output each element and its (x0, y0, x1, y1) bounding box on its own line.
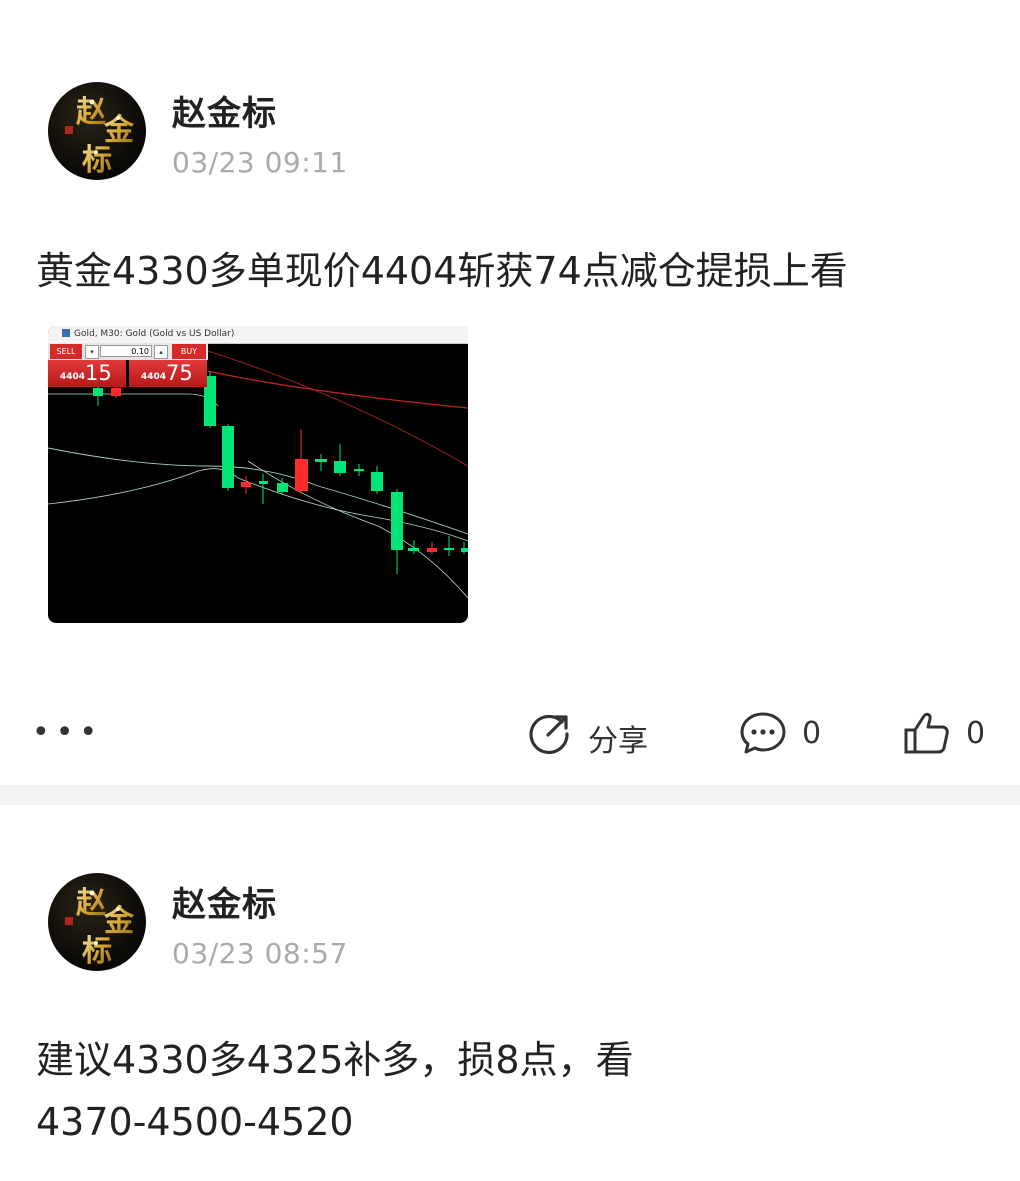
sell-button: SELL (50, 344, 82, 359)
chart-window-titlebar: Gold, M30: Gold (Gold vs US Dollar) (48, 326, 468, 344)
post-content: 黄金4330多单现价4404斩获74点减仓提损上看 (36, 249, 848, 293)
share-label: 分享 (588, 724, 648, 759)
post-content-line: 4370-4500-4520 (36, 1100, 354, 1144)
sell-price-pips: 15 (85, 361, 112, 385)
avatar-logo-icon: 赵 金 标 (65, 886, 135, 969)
sell-price: 4404 15 (48, 360, 126, 387)
share-button[interactable]: 分享 (524, 708, 664, 759)
lot-dropdown-icon: ▾ (85, 345, 99, 359)
chart-window-icon (62, 329, 70, 337)
comment-count: 0 (802, 716, 822, 751)
post-card: 赵 金 标 赵金标 03/23 09:11 黄金4330多单现价4404斩获74… (0, 0, 1020, 785)
post-timestamp: 03/23 09:11 (172, 146, 348, 179)
lot-spinner-icon: ▴ (154, 345, 168, 359)
share-icon (529, 714, 569, 755)
author-name[interactable]: 赵金标 (172, 86, 277, 135)
buy-button: BUY (172, 344, 206, 359)
thumbs-up-icon (904, 712, 949, 754)
post-divider (0, 785, 1020, 805)
lot-size-field: 0.10 (100, 345, 152, 357)
svg-text:标: 标 (82, 934, 112, 969)
buy-price: 4404 75 (129, 360, 207, 387)
post-timestamp: 03/23 08:57 (172, 937, 348, 970)
buy-price-pips: 75 (166, 361, 193, 385)
one-click-trading-panel: SELL ▾ 0.10 ▴ BUY 4404 15 4404 75 (48, 343, 208, 387)
author-name[interactable]: 赵金标 (172, 877, 277, 926)
author-avatar[interactable]: 赵 金 标 (48, 82, 146, 180)
post-card: 赵 金 标 赵金标 03/23 08:57 建议4330多4325补多，损8点，… (0, 805, 1020, 1181)
more-options-button[interactable]: ••• (32, 718, 103, 748)
like-count: 0 (966, 716, 986, 751)
post-content: 建议4330多4325补多，损8点，看 4370-4500-4520 (36, 1029, 986, 1153)
post-image-chart[interactable]: Gold, M30: Gold (Gold vs US Dollar) SELL… (48, 326, 468, 623)
sell-price-prefix: 4404 (60, 372, 86, 382)
post-action-bar: ••• 分享 0 0 (0, 700, 1020, 766)
avatar-logo-icon: 赵 金 标 (65, 95, 135, 178)
comment-button[interactable]: 0 (738, 708, 838, 758)
chart-window-title: Gold, M30: Gold (Gold vs US Dollar) (74, 329, 235, 339)
post-content-line: 建议4330多4325补多，损8点，看 (36, 1038, 634, 1082)
author-avatar[interactable]: 赵 金 标 (48, 873, 146, 971)
svg-text:标: 标 (82, 143, 112, 178)
comment-icon (740, 712, 786, 754)
like-button[interactable]: 0 (902, 708, 1002, 758)
buy-price-prefix: 4404 (141, 372, 167, 382)
